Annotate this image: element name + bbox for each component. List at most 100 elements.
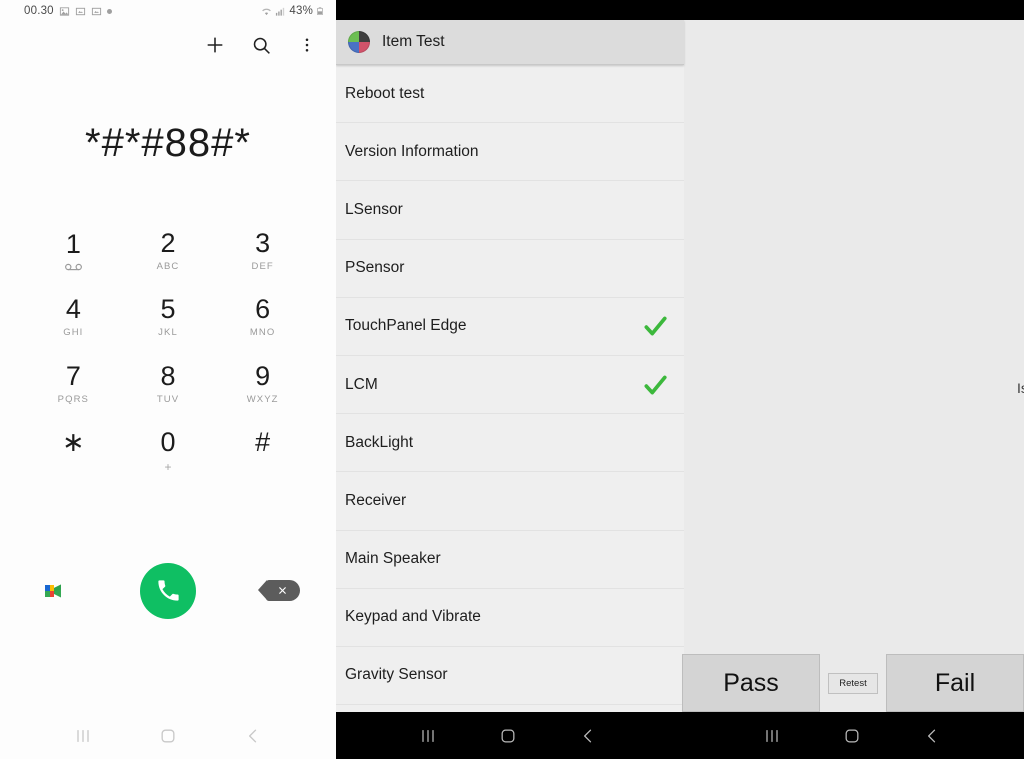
list-item-label: LCM — [345, 375, 378, 393]
back-icon[interactable] — [243, 726, 263, 746]
right-navbar — [336, 712, 1024, 759]
google-meet-button[interactable] — [43, 580, 69, 602]
key-letters: DEF — [251, 261, 274, 273]
key-2[interactable]: 2 ABC — [121, 218, 216, 284]
list-item-label: Reboot test — [345, 84, 425, 102]
key-digit: 1 — [65, 228, 81, 259]
google-meet-icon — [45, 584, 61, 597]
key-3[interactable]: 3 DEF — [215, 218, 310, 284]
home-icon[interactable] — [498, 726, 518, 746]
navbar-group-left — [336, 712, 680, 759]
key-star[interactable]: ∗ — [26, 417, 121, 483]
list-item-label: Main Speaker — [345, 550, 441, 568]
back-icon[interactable] — [922, 726, 942, 746]
key-letters: ABC — [156, 261, 180, 273]
signal-bars-icon — [276, 7, 285, 16]
battery-icon — [317, 7, 323, 15]
list-item[interactable]: Reboot test — [336, 65, 684, 124]
home-icon[interactable] — [842, 726, 862, 746]
list-item[interactable]: Keypad and Vibrate — [336, 589, 684, 647]
recents-icon[interactable] — [73, 726, 93, 746]
key-hash[interactable]: # — [215, 417, 310, 483]
key-letters: + — [164, 459, 172, 474]
pass-button[interactable]: Pass — [682, 654, 820, 712]
list-item[interactable]: LCM — [336, 356, 684, 415]
key-digit: 8 — [160, 360, 176, 391]
check-icon — [644, 316, 667, 336]
list-item-label: LSensor — [345, 200, 403, 218]
add-contact-button[interactable] — [200, 30, 230, 60]
list-item[interactable]: Receiver — [336, 472, 684, 531]
home-icon[interactable] — [158, 726, 178, 746]
key-letters: WXYZ — [246, 393, 279, 405]
key-4[interactable]: 4 GHI — [26, 284, 121, 350]
list-item[interactable]: Gravity Sensor — [336, 647, 684, 706]
app-icon — [348, 31, 370, 53]
screenshot-icon — [91, 7, 101, 15]
screenshot-icon — [75, 7, 85, 15]
plus-icon — [207, 37, 223, 53]
key-1[interactable]: 1 — [26, 218, 121, 284]
back-icon[interactable] — [578, 726, 598, 746]
list-item[interactable]: PSensor — [336, 240, 684, 298]
key-9[interactable]: 9 WXYZ — [215, 351, 310, 417]
key-letters: JKL — [158, 327, 178, 339]
key-digit: 2 — [160, 228, 176, 259]
recents-icon[interactable] — [762, 726, 782, 746]
list-item[interactable]: TouchPanel Edge — [336, 298, 684, 356]
dialer-bottom-actions — [0, 483, 336, 712]
check-icon — [644, 375, 667, 394]
status-bar: 00.30 43% — [0, 0, 336, 22]
list-header[interactable]: Item Test — [336, 20, 684, 65]
test-app-panel: Item Test Reboot test Version Informatio… — [336, 0, 1024, 759]
dialer-panel: 00.30 43% *#*#88#* 1 2 ABC 3 DEF 4 GHI 5… — [0, 0, 336, 759]
more-options-button[interactable] — [292, 30, 322, 60]
dot-icon — [106, 8, 112, 14]
key-digit: 6 — [255, 294, 271, 325]
list-item[interactable]: Main Speaker — [336, 531, 684, 589]
search-icon — [253, 37, 270, 54]
voicemail-icon — [64, 262, 82, 272]
call-button[interactable] — [140, 562, 196, 619]
list-item[interactable]: Version Information — [336, 123, 684, 182]
test-prompt: Is LCM test pass ? — [1017, 380, 1024, 396]
key-8[interactable]: 8 TUV — [121, 351, 216, 417]
key-5[interactable]: 5 JKL — [121, 284, 216, 350]
key-6[interactable]: 6 MNO — [215, 284, 310, 350]
test-app-status-bar — [336, 0, 1024, 20]
more-vertical-icon — [305, 38, 309, 52]
key-digit: 5 — [160, 294, 176, 325]
image-icon — [59, 6, 69, 16]
backspace-icon — [257, 580, 300, 601]
key-digit: 0 — [160, 426, 176, 457]
key-0[interactable]: 0 + — [121, 417, 216, 483]
page-title: Item Test — [382, 33, 445, 50]
key-letters: TUV — [156, 393, 180, 405]
retest-wrap: Retest — [820, 654, 886, 712]
key-letters: MNO — [249, 327, 276, 339]
key-letters: GHI — [63, 327, 84, 339]
keypad: 1 2 ABC 3 DEF 4 GHI 5 JKL 6 MNO 7 PQRS 8… — [0, 218, 336, 483]
dialer-top-actions — [0, 22, 336, 68]
dialed-number-area: *#*#88#* — [0, 68, 336, 218]
list-item[interactable]: BackLight — [336, 414, 684, 473]
retest-button[interactable]: Retest — [828, 672, 878, 694]
fail-button[interactable]: Fail — [886, 654, 1024, 712]
screenshot-root: 00.30 43% *#*#88#* 1 2 ABC 3 DEF 4 GHI 5… — [0, 0, 1024, 759]
search-button[interactable] — [246, 30, 276, 60]
call-icon — [157, 580, 179, 601]
test-app-body: Item Test Reboot test Version Informatio… — [336, 20, 1024, 712]
list-item-label: TouchPanel Edge — [345, 317, 467, 335]
dialed-number[interactable]: *#*#88#* — [85, 121, 251, 166]
test-button-row: Pass Retest Fail — [682, 654, 1024, 712]
key-digit: 7 — [65, 360, 81, 391]
key-7[interactable]: 7 PQRS — [26, 351, 121, 417]
status-time: 00.30 — [24, 5, 54, 17]
recents-icon[interactable] — [418, 726, 438, 746]
key-digit: 3 — [255, 228, 271, 259]
wifi-icon — [262, 8, 272, 15]
backspace-button[interactable] — [257, 580, 300, 601]
key-digit: # — [255, 426, 271, 457]
list-item[interactable]: LSensor — [336, 181, 684, 240]
key-digit: ∗ — [62, 426, 85, 457]
